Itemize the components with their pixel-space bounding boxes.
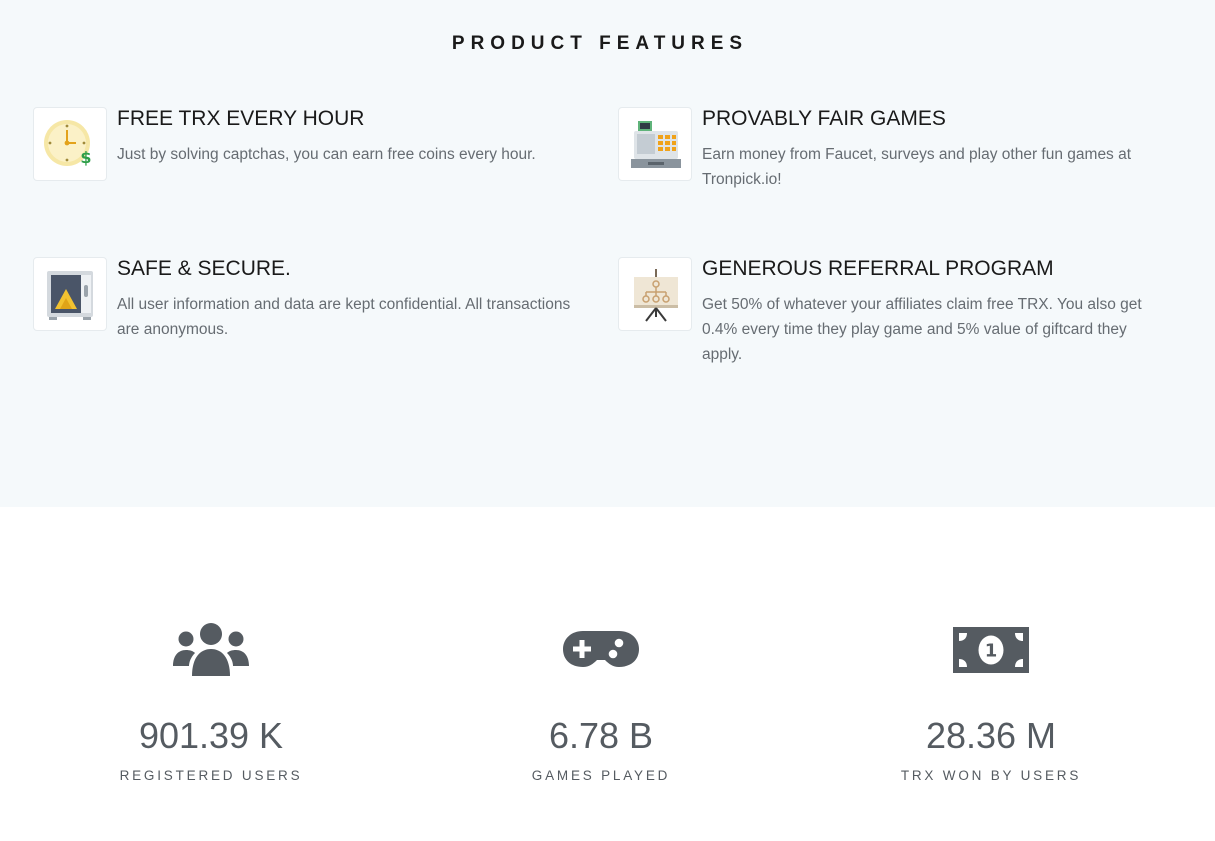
stat-label: GAMES PLAYED bbox=[531, 768, 671, 783]
stat-label: REGISTERED USERS bbox=[119, 768, 303, 783]
banknote-icon: 1 bbox=[953, 627, 1029, 673]
safe-icon bbox=[47, 271, 93, 320]
feature-title: PROVABLY FAIR GAMES bbox=[702, 107, 946, 130]
svg-text:$: $ bbox=[80, 148, 91, 167]
feature-icon-box bbox=[33, 257, 107, 331]
stat-label: TRX WON BY USERS bbox=[900, 768, 1082, 783]
svg-text:1: 1 bbox=[985, 641, 998, 662]
feature-icon-box: $ bbox=[33, 107, 107, 181]
product-features-section: PRODUCT FEATURES $ FREE TRX EVERY HOUR J… bbox=[0, 0, 1215, 507]
stat-value: 901.39 K bbox=[138, 715, 284, 756]
feature-title: SAFE & SECURE. bbox=[117, 257, 291, 280]
feature-description: Earn money from Faucet, surveys and play… bbox=[702, 146, 1132, 188]
section-title: PRODUCT FEATURES bbox=[451, 33, 749, 54]
cash-register-icon bbox=[631, 121, 681, 168]
stat-value: 28.36 M bbox=[925, 715, 1057, 756]
gamepad-icon bbox=[563, 631, 639, 667]
feature-icon-box bbox=[618, 257, 692, 331]
feature-icon-box bbox=[618, 107, 692, 181]
feature-title: FREE TRX EVERY HOUR bbox=[117, 107, 365, 130]
clock-money-icon: $ bbox=[44, 120, 92, 167]
presentation-board-icon bbox=[634, 269, 678, 322]
users-icon bbox=[173, 623, 249, 676]
feature-description: Get 50% of whatever your affiliates clai… bbox=[702, 296, 1142, 363]
stat-value: 6.78 B bbox=[548, 715, 654, 756]
feature-description: All user information and data are kept c… bbox=[117, 296, 571, 338]
feature-description: Just by solving captchas, you can earn f… bbox=[117, 146, 536, 163]
feature-title: GENEROUS REFERRAL PROGRAM bbox=[702, 257, 1054, 280]
stats-section: 901.39 K REGISTERED USERS 6.78 B GAMES P… bbox=[0, 507, 1215, 841]
